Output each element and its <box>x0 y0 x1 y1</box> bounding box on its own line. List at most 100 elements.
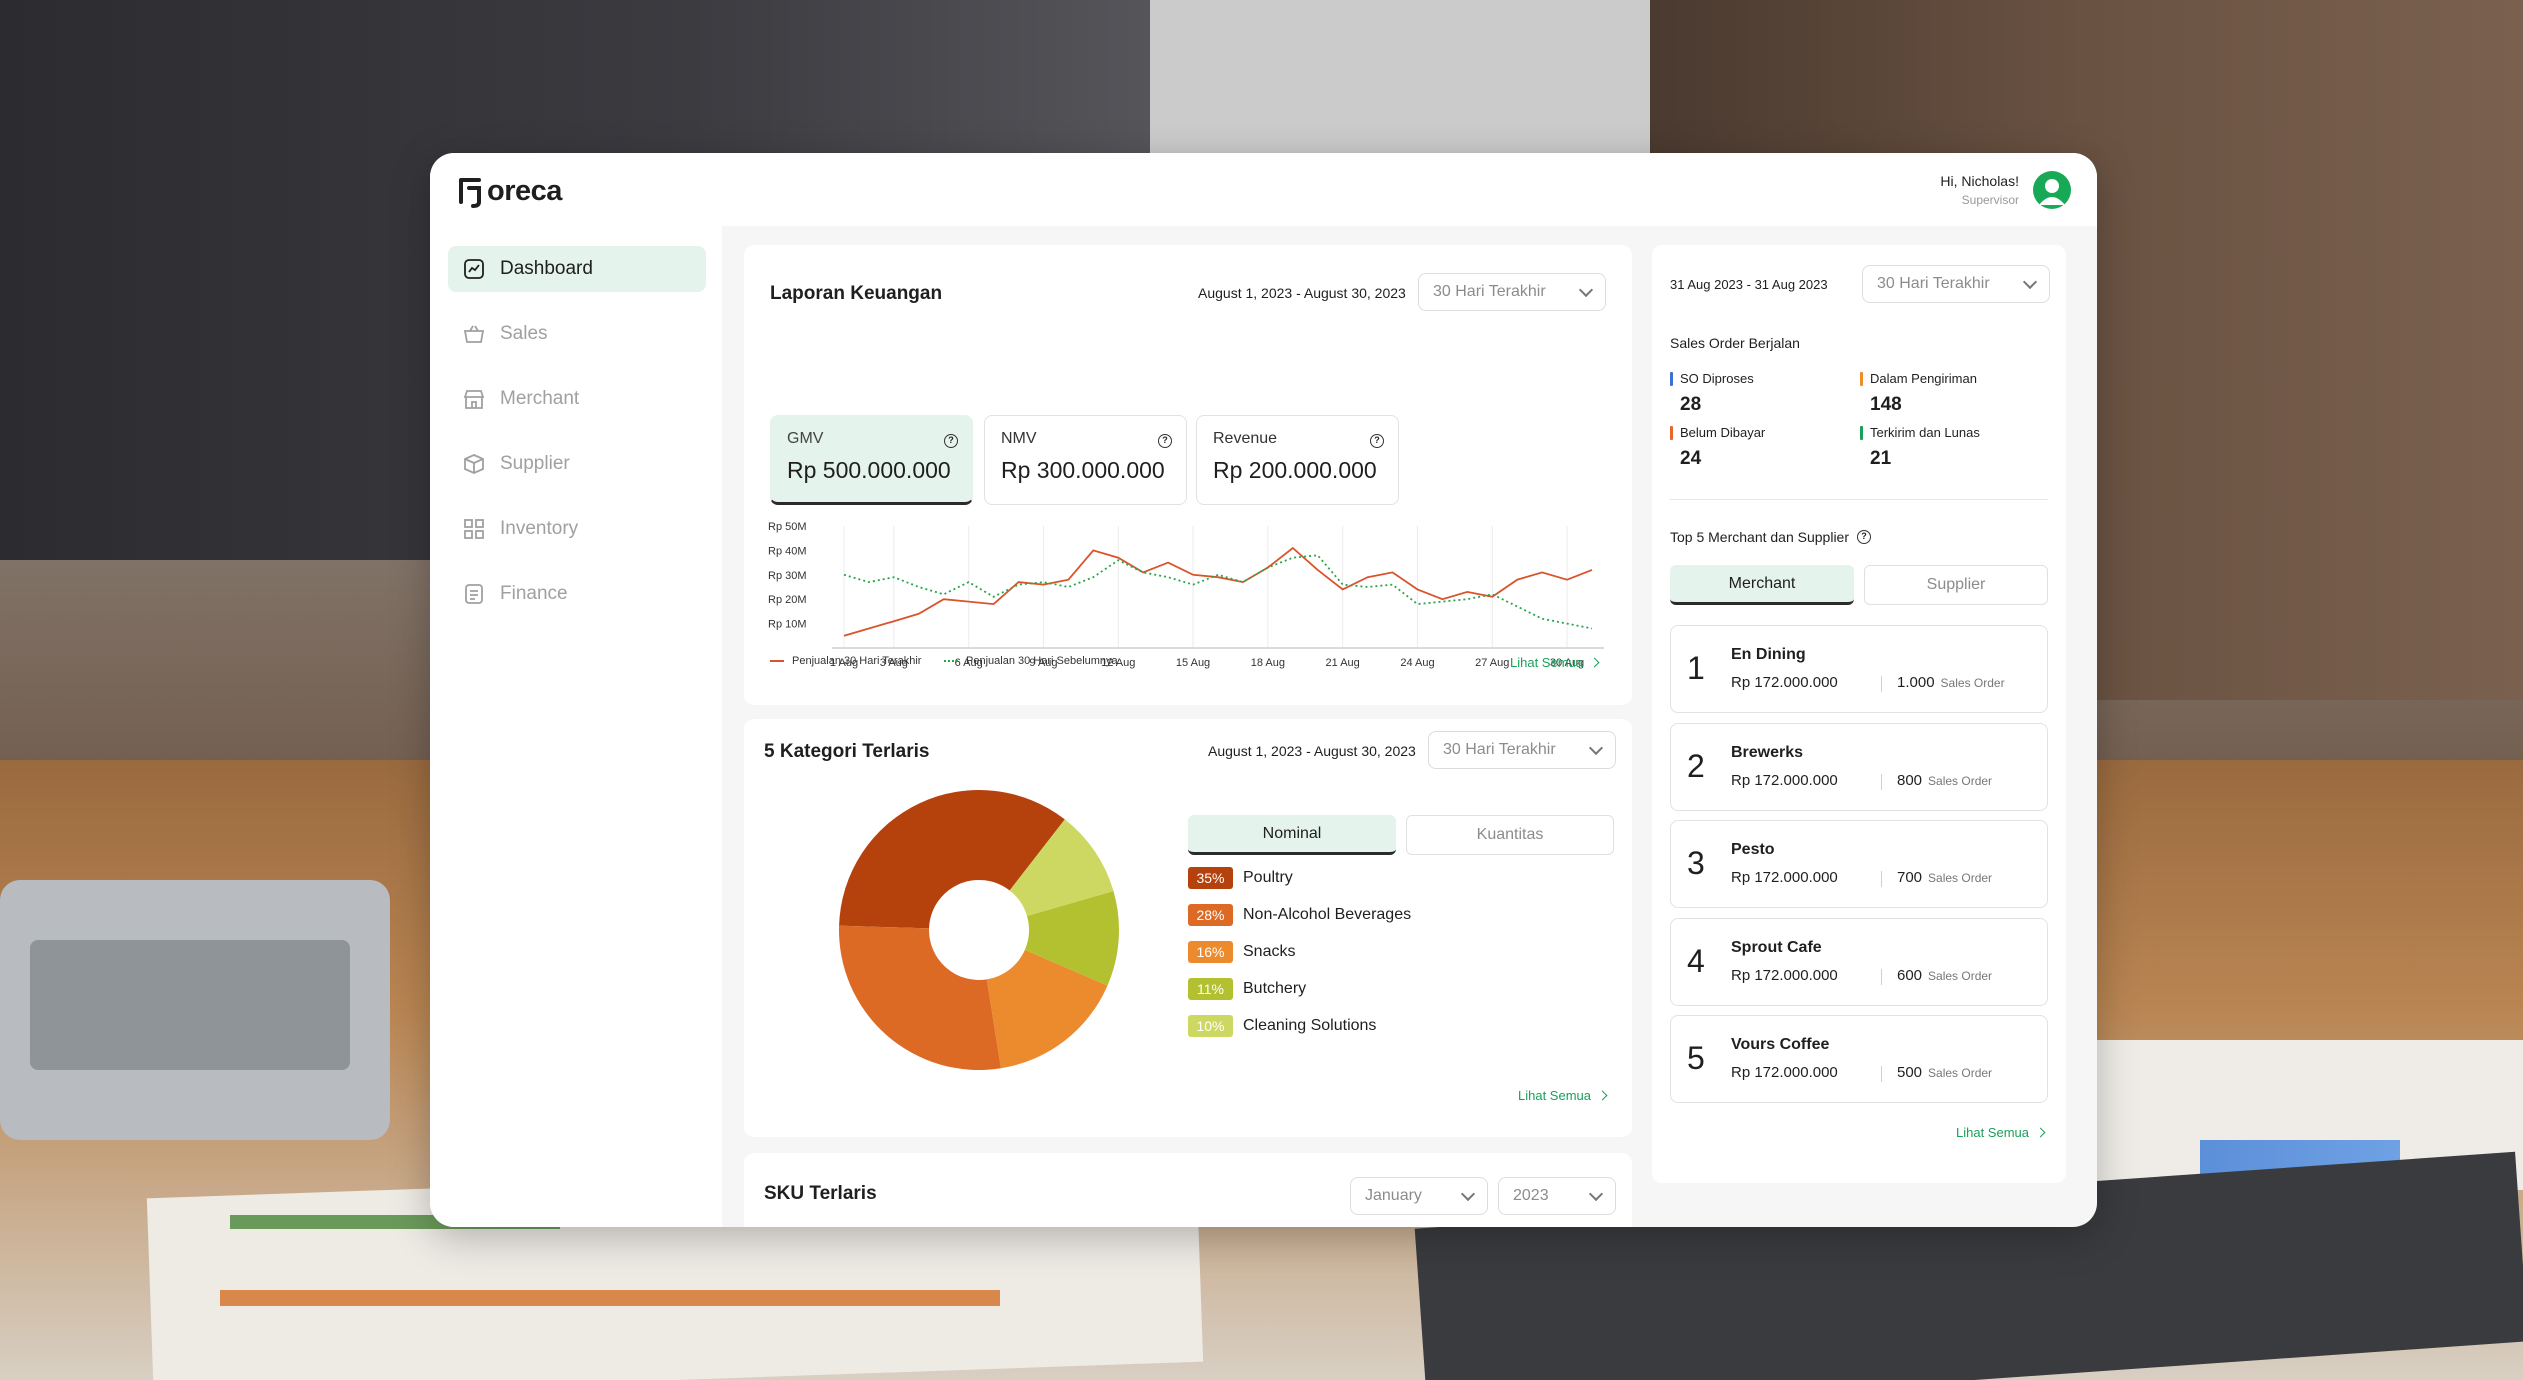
chevron-down-icon <box>1588 1186 1604 1201</box>
sales-order-title: Sales Order Berjalan <box>1670 335 1800 351</box>
legend-current: Penjualan 30 Hari Terakhir <box>770 655 921 667</box>
dropdown-value: January <box>1365 1187 1422 1204</box>
top-merchant-heading: Top 5 Merchant dan Supplier ? <box>1670 529 1871 545</box>
so-stat-shipping: Dalam Pengiriman 148 <box>1860 371 1977 416</box>
sidebar-item-merchant[interactable]: Merchant <box>448 376 706 422</box>
metric-gmv[interactable]: GMV Rp 500.000.000 ? <box>770 415 973 505</box>
sidebar-item-sales[interactable]: Sales <box>448 311 706 357</box>
summary-see-all-link[interactable]: Lihat Semua <box>1956 1125 2046 1140</box>
background-device-screen <box>30 940 350 1070</box>
sidebar-item-supplier[interactable]: Supplier <box>448 441 706 487</box>
so-stat-delivered: Terkirim dan Lunas 21 <box>1860 425 1980 470</box>
legend-previous: Penjualan 30 Hari Sebelumnya <box>944 655 1118 667</box>
order-count-unit: Sales Order <box>1928 1066 1993 1080</box>
merchant-name: Pesto <box>1731 841 1775 858</box>
metric-revenue[interactable]: Revenue Rp 200.000.000 ? <box>1196 415 1399 505</box>
sidebar-item-label: Merchant <box>500 388 580 409</box>
category-label: Cleaning Solutions <box>1243 1017 1377 1034</box>
so-stat-label: Dalam Pengiriman <box>1870 371 1977 386</box>
sidebar-item-finance[interactable]: Finance <box>448 571 706 617</box>
merchant-card[interactable]: 1 En Dining Rp 172.000.000 1.000 Sales Order <box>1670 625 2048 713</box>
categories-period-dropdown[interactable]: 30 Hari Terakhir <box>1428 731 1616 769</box>
divider <box>1881 968 1882 985</box>
merchant-amount: Rp 172.000.000 <box>1731 771 1838 789</box>
finance-report-card: Laporan Keuangan August 1, 2023 - August… <box>744 245 1632 705</box>
series-line-current <box>843 546 1593 637</box>
order-count-value: 600 <box>1897 966 1923 984</box>
merchant-name: En Dining <box>1731 646 1806 663</box>
dropdown-value: 2023 <box>1513 1187 1549 1204</box>
help-icon[interactable]: ? <box>1370 434 1384 448</box>
category-percent-badge: 16% <box>1188 941 1233 963</box>
tab-nominal[interactable]: Nominal <box>1188 815 1396 855</box>
user-icon <box>2039 179 2065 205</box>
category-percent-badge: 35% <box>1188 867 1233 889</box>
metric-value: Rp 200.000.000 <box>1213 457 1377 483</box>
sidebar: Dashboard Sales Merchant Supplier Invent… <box>430 226 722 1227</box>
so-stat-label: Belum Dibayar <box>1680 425 1766 440</box>
merchant-name: Vours Coffee <box>1731 1036 1830 1053</box>
link-label: Lihat Semua <box>1510 655 1583 670</box>
grid-icon <box>462 517 486 541</box>
tab-merchant[interactable]: Merchant <box>1670 565 1854 605</box>
avatar[interactable] <box>2033 171 2071 209</box>
help-icon[interactable]: ? <box>1158 434 1172 448</box>
sidebar-item-label: Supplier <box>500 453 570 474</box>
merchant-card[interactable]: 5 Vours Coffee Rp 172.000.000 500 Sales Orde… <box>1670 1015 2048 1103</box>
tab-quantity[interactable]: Kuantitas <box>1406 815 1614 855</box>
category-legend-item: 10% Cleaning Solutions <box>1188 1015 1376 1037</box>
finance-report-title: Laporan Keuangan <box>770 283 943 304</box>
store-icon <box>462 387 486 411</box>
merchant-rank: 1 <box>1687 650 1705 686</box>
category-legend-item: 35% Poultry <box>1188 867 1293 889</box>
x-tick-label: 24 Aug <box>1400 657 1434 669</box>
sku-year-dropdown[interactable]: 2023 <box>1498 1177 1616 1215</box>
so-stat-processing: SO Diproses 28 <box>1670 371 1754 416</box>
category-label: Poultry <box>1243 869 1293 886</box>
categories-see-all-link[interactable]: Lihat Semua <box>1518 1088 1608 1103</box>
legend-current-label: Penjualan 30 Hari Terakhir <box>792 655 922 667</box>
so-stat-value: 24 <box>1680 448 1702 469</box>
order-count-unit: Sales Order <box>1940 676 2005 690</box>
merchant-order-count: 1.000 Sales Order <box>1897 674 2005 691</box>
divider <box>1881 1066 1882 1082</box>
category-legend-item: 28% Non-Alcohol Beverages <box>1188 904 1411 926</box>
tab-supplier[interactable]: Supplier <box>1864 565 2048 605</box>
metric-nmv[interactable]: NMV Rp 300.000.000 ? <box>984 415 1187 505</box>
x-tick-label: 27 Aug <box>1475 657 1509 669</box>
y-tick-label: Rp 30M <box>768 570 807 582</box>
sidebar-item-inventory[interactable]: Inventory <box>448 506 706 552</box>
background-photo <box>1150 0 1650 160</box>
merchant-amount: Rp 172.000.000 <box>1731 966 1838 984</box>
brand-logo[interactable]: oreca <box>457 175 562 208</box>
finance-period-dropdown[interactable]: 30 Hari Terakhir <box>1418 273 1606 311</box>
category-legend-item: 11% Butchery <box>1188 978 1306 1000</box>
finance-see-all-link[interactable]: Lihat Semua <box>1510 655 1600 670</box>
dropdown-value: 30 Hari Terakhir <box>1433 283 1546 300</box>
category-percent-badge: 10% <box>1188 1015 1233 1037</box>
merchant-card[interactable]: 2 Brewerks Rp 172.000.000 800 Sales Order <box>1670 722 2048 811</box>
basket-icon <box>462 322 486 346</box>
pie-slice[interactable] <box>839 925 1001 1070</box>
merchant-card[interactable]: 4 Sprout Cafe Rp 172.000.000 600 Sales Order <box>1670 917 2048 1006</box>
legend-swatch-dotted <box>944 660 958 662</box>
help-icon[interactable]: ? <box>944 434 958 448</box>
y-tick-label: Rp 10M <box>768 619 807 631</box>
help-icon[interactable]: ? <box>1857 530 1871 544</box>
x-tick-label: 21 Aug <box>1326 657 1360 669</box>
sales-line-chart: 1 Aug 3 Aug 6 Aug 9 Aug 12 Aug 15 Aug 18 Aug 21… <box>768 521 1604 669</box>
merchant-order-count: 700 Sales Order <box>1897 869 1992 886</box>
top-merchant-title: Top 5 Merchant dan Supplier <box>1670 529 1849 545</box>
summary-panel: 31 Aug 2023 - 31 Aug 2023 30 Hari Terakh… <box>1652 245 2066 1183</box>
sku-month-dropdown[interactable]: January <box>1350 1177 1488 1215</box>
sidebar-item-dashboard[interactable]: Dashboard <box>448 246 706 292</box>
merchant-card[interactable]: 3 Pesto Rp 172.000.000 700 Sales Order <box>1670 820 2048 908</box>
user-menu[interactable]: Hi, Nicholas! Supervisor <box>1940 171 2071 209</box>
series-line-previous <box>843 554 1593 630</box>
order-count-unit: Sales Order <box>1928 871 1993 885</box>
merchant-name: Sprout Cafe <box>1731 938 1822 956</box>
category-percent-badge: 11% <box>1188 978 1233 1000</box>
y-tick-label: Rp 50M <box>768 521 807 533</box>
order-count-unit: Sales Order <box>1928 773 1993 788</box>
summary-period-dropdown[interactable]: 30 Hari Terakhir <box>1862 265 2050 303</box>
